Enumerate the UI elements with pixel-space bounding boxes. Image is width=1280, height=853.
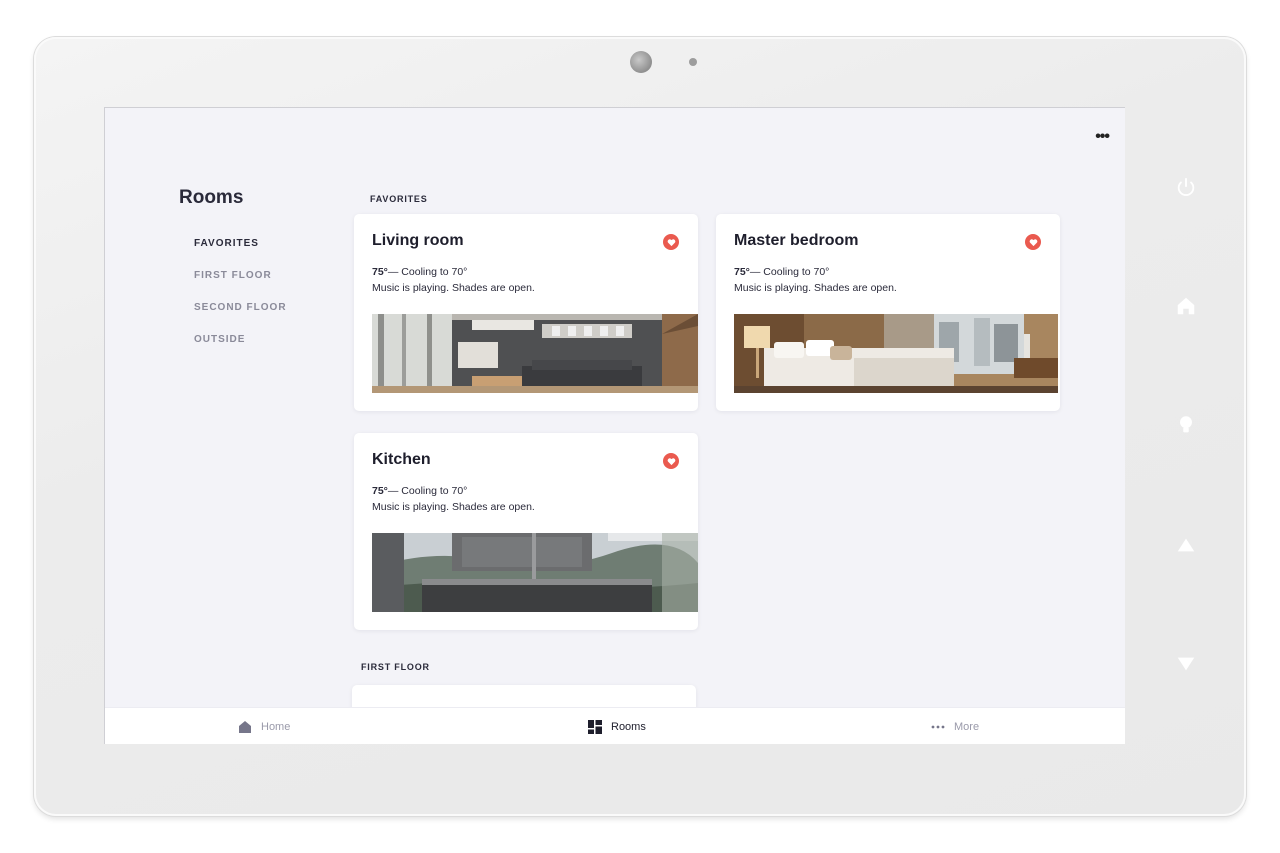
temp-detail: — Cooling to 70° <box>387 266 468 278</box>
tab-more[interactable]: More <box>931 708 979 744</box>
sidebar-item-favorites[interactable]: FAVORITES <box>194 238 287 270</box>
room-status: Music is playing. Shades are open. <box>372 282 535 294</box>
volume-down-button[interactable] <box>1174 652 1198 676</box>
heart-icon <box>667 238 675 246</box>
section-label-favorites: FAVORITES <box>370 194 428 204</box>
temp-detail: — Cooling to 70° <box>387 485 468 497</box>
room-title: Master bedroom <box>734 232 859 249</box>
room-card-living-room[interactable]: Living room 75°— Cooling to 70° Music is… <box>354 214 698 411</box>
current-temp: 75° <box>372 266 388 278</box>
camera-icon <box>630 51 652 73</box>
page-title: Rooms <box>179 187 244 208</box>
room-title: Kitchen <box>372 451 431 468</box>
room-status: Music is playing. Shades are open. <box>734 282 897 294</box>
light-sensor <box>689 58 697 66</box>
home-icon <box>1177 297 1195 315</box>
bottom-tab-bar: Home Rooms More <box>105 707 1125 744</box>
tab-home[interactable]: Home <box>238 708 290 744</box>
room-status: Music is playing. Shades are open. <box>372 501 535 513</box>
room-title: Living room <box>372 232 464 249</box>
room-card-master-bedroom[interactable]: Master bedroom 75°— Cooling to 70° Music… <box>716 214 1060 411</box>
section-label-first-floor: FIRST FLOOR <box>361 662 430 672</box>
home-hardware-button[interactable] <box>1174 294 1198 318</box>
room-card-kitchen[interactable]: Kitchen 75°— Cooling to 70° Music is pla… <box>354 433 698 630</box>
temperature-line: 75°— Cooling to 70° <box>734 266 829 278</box>
tab-label: Rooms <box>611 720 646 733</box>
lightbulb-icon <box>1180 416 1192 433</box>
more-dots-icon <box>931 725 945 728</box>
home-icon <box>239 720 251 733</box>
room-photo-master-bedroom <box>734 314 1060 393</box>
favorite-heart-button[interactable] <box>663 453 679 469</box>
current-temp: 75° <box>372 485 388 497</box>
light-button[interactable] <box>1174 413 1198 437</box>
volume-up-button[interactable] <box>1174 533 1198 557</box>
tab-label: Home <box>261 720 291 733</box>
power-icon <box>1177 177 1195 196</box>
room-photo-living-room <box>372 314 698 393</box>
arrow-up-icon <box>1177 538 1195 552</box>
sidebar-nav: FAVORITES FIRST FLOOR SECOND FLOOR OUTSI… <box>194 238 287 366</box>
heart-icon <box>1029 238 1037 246</box>
current-temp: 75° <box>734 266 750 278</box>
rooms-grid-icon <box>588 719 602 734</box>
temperature-line: 75°— Cooling to 70° <box>372 485 467 497</box>
power-button[interactable] <box>1174 175 1198 199</box>
temperature-line: 75°— Cooling to 70° <box>372 266 467 278</box>
heart-icon <box>667 457 675 465</box>
more-menu-button[interactable]: ••• <box>1095 129 1110 145</box>
favorite-heart-button[interactable] <box>1025 234 1041 250</box>
favorite-heart-button[interactable] <box>663 234 679 250</box>
sidebar-item-outside[interactable]: OUTSIDE <box>194 334 287 366</box>
tab-rooms[interactable]: Rooms <box>588 708 646 744</box>
sidebar-item-first-floor[interactable]: FIRST FLOOR <box>194 270 287 302</box>
temp-detail: — Cooling to 70° <box>749 266 830 278</box>
arrow-down-icon <box>1177 657 1195 671</box>
sidebar-item-second-floor[interactable]: SECOND FLOOR <box>194 302 287 334</box>
touch-screen: ••• Rooms FAVORITES FIRST FLOOR SECOND F… <box>104 107 1125 744</box>
room-photo-kitchen <box>372 533 698 612</box>
tab-label: More <box>954 720 980 733</box>
